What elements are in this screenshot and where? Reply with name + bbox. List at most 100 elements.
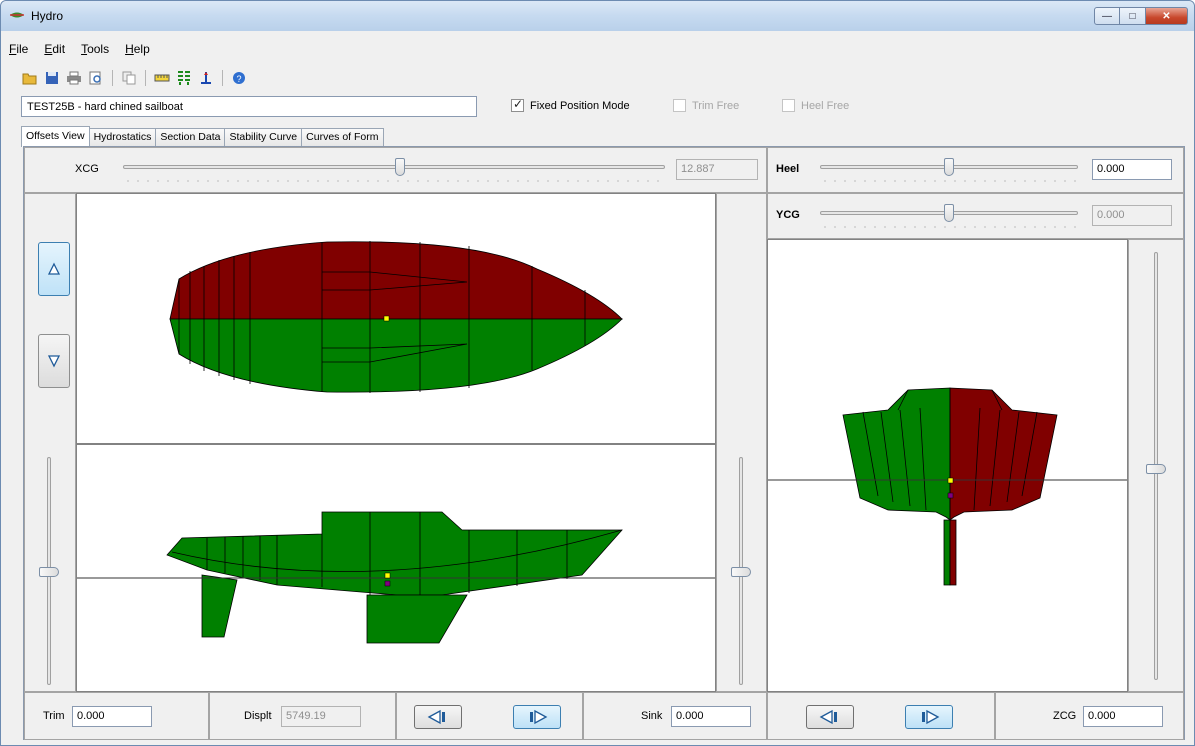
heel-rotate-cell	[767, 692, 995, 740]
ruler-icon[interactable]	[153, 69, 171, 87]
xcg-slider-panel: XCG 12.887	[24, 147, 767, 193]
sink-input[interactable]: 0.000	[671, 706, 751, 727]
right-arrow-icon	[922, 709, 940, 725]
copy-icon[interactable]	[120, 69, 138, 87]
open-folder-icon[interactable]	[21, 69, 39, 87]
minimize-icon: —	[1102, 10, 1112, 22]
heel-slider-thumb[interactable]	[944, 158, 954, 176]
fixed-position-checkbox[interactable]: Fixed Position Mode	[511, 97, 630, 112]
menu-tools[interactable]: Tools	[73, 41, 117, 61]
checkbox-box[interactable]	[511, 97, 524, 112]
view-rotate-cell	[396, 692, 583, 740]
minimize-button[interactable]: —	[1094, 7, 1120, 25]
up-triangle-icon	[47, 262, 61, 275]
view-up-button[interactable]	[38, 242, 70, 296]
heel-value-input[interactable]: 0.000	[1092, 159, 1172, 180]
zcg-slider-panel	[1128, 239, 1184, 692]
checkbox-box[interactable]	[673, 99, 686, 112]
sink-label: Sink	[641, 710, 663, 722]
displt-label: Displt	[244, 710, 272, 722]
profile-view-canvas	[76, 444, 716, 692]
anchor-icon[interactable]	[197, 69, 215, 87]
xcg-slider-track[interactable]	[123, 165, 665, 169]
zcg-slider-thumb[interactable]	[1146, 464, 1166, 474]
tab-curves-of-form[interactable]: Curves of Form	[301, 128, 384, 147]
zcg-cell: ZCG 0.000	[995, 692, 1184, 740]
toolbar-separator	[145, 70, 146, 86]
tab-stability-curve[interactable]: Stability Curve	[224, 128, 303, 147]
zcg-input[interactable]: 0.000	[1083, 706, 1163, 727]
trim-free-label: Trim Free	[692, 99, 740, 112]
trim-free-checkbox[interactable]: Trim Free	[673, 99, 739, 112]
close-button[interactable]: ✕	[1146, 7, 1188, 25]
view-down-button[interactable]	[38, 334, 70, 388]
displt-value-box: 5749.19	[281, 706, 361, 727]
sink-slider-thumb[interactable]	[731, 567, 751, 577]
window-title: Hydro	[31, 9, 64, 23]
ycg-label: YCG	[776, 209, 800, 221]
rotate-left-button[interactable]	[414, 705, 462, 729]
waterlines-icon[interactable]	[175, 69, 193, 87]
help-icon[interactable]: ?	[230, 69, 248, 87]
tab-offsets-view[interactable]: Offsets View	[21, 126, 90, 147]
boat-app-icon	[10, 12, 24, 18]
tab-hydrostatics[interactable]: Hydrostatics	[88, 128, 157, 147]
rotate-right-button[interactable]	[513, 705, 561, 729]
maximize-icon: □	[1129, 10, 1136, 22]
print-preview-icon[interactable]	[87, 69, 105, 87]
profile-view-drawing	[77, 511, 715, 644]
menu-bar: File Edit Tools Help	[1, 41, 158, 61]
xcg-label: XCG	[75, 163, 99, 175]
heel-slider-ticks	[820, 179, 1078, 183]
left-control-panel	[24, 193, 76, 692]
heel-left-button[interactable]	[806, 705, 854, 729]
ycg-slider-ticks	[820, 225, 1078, 229]
heel-slider-panel: Heel 0.000	[767, 147, 1184, 193]
design-name-input[interactable]	[21, 96, 477, 117]
toolbar-separator	[112, 70, 113, 86]
xcg-slider-ticks	[123, 179, 665, 183]
trim-slider-thumb[interactable]	[39, 567, 59, 577]
heel-free-label: Heel Free	[801, 99, 850, 112]
xcg-value-box: 12.887	[676, 159, 758, 180]
toolbar: ?	[21, 67, 248, 89]
print-icon[interactable]	[65, 69, 83, 87]
hull-plan-view	[169, 241, 623, 393]
offsets-view-panel: XCG 12.887 Heel 0.000 YCG 0.000 Trim 0.0…	[23, 146, 1185, 740]
down-triangle-icon	[47, 355, 61, 368]
sink-cell: Sink 0.000	[583, 692, 767, 740]
left-arrow-icon	[427, 709, 445, 725]
tab-section-data[interactable]: Section Data	[155, 128, 226, 147]
view-tabs: Offsets View Hydrostatics Section Data S…	[21, 126, 384, 147]
heel-right-button[interactable]	[905, 705, 953, 729]
ycg-slider-thumb[interactable]	[944, 204, 954, 222]
body-view-canvas	[767, 239, 1128, 692]
menu-help[interactable]: Help	[117, 41, 158, 61]
sink-slider-panel	[716, 193, 767, 692]
heel-free-checkbox[interactable]: Heel Free	[782, 99, 849, 112]
hull-section-view	[768, 387, 1127, 586]
right-arrow-icon	[530, 709, 548, 725]
toolbar-separator	[222, 70, 223, 86]
bottom-bar: Trim 0.000 Displt 5749.19 Sink 0.000 ZCG…	[24, 692, 1184, 740]
checkbox-box[interactable]	[782, 99, 795, 112]
save-icon[interactable]	[43, 69, 61, 87]
heel-label: Heel	[776, 163, 800, 175]
menu-edit[interactable]: Edit	[36, 41, 73, 61]
window-controls: — □ ✕	[1094, 7, 1188, 25]
displt-cell: Displt 5749.19	[209, 692, 396, 740]
fixed-position-label: Fixed Position Mode	[530, 99, 630, 112]
left-arrow-icon	[819, 709, 837, 725]
ycg-slider-panel: YCG 0.000	[767, 193, 1184, 239]
trim-label: Trim	[43, 710, 65, 722]
plan-view-drawing	[169, 241, 623, 393]
title-bar: Hydro — □ ✕	[1, 1, 1194, 31]
close-icon: ✕	[1162, 10, 1171, 22]
xcg-slider-thumb[interactable]	[395, 158, 405, 176]
trim-input[interactable]: 0.000	[72, 706, 152, 727]
plan-view-canvas	[76, 193, 716, 444]
menu-file[interactable]: File	[1, 41, 36, 61]
ycg-value-box: 0.000	[1092, 205, 1172, 226]
maximize-button[interactable]: □	[1120, 7, 1146, 25]
zcg-label: ZCG	[1053, 710, 1077, 722]
